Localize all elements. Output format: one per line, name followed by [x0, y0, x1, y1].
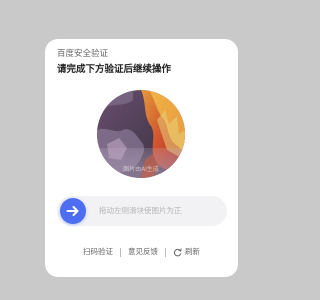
dialog-subtitle: 百度安全验证 — [57, 49, 109, 59]
ai-generated-watermark: 图片由AI生成 — [123, 166, 159, 173]
rotate-slider-track[interactable]: 拖动左侧滑块使图片为正 — [57, 196, 227, 226]
scan-qr-verify-link[interactable]: 扫码验证 — [83, 246, 113, 258]
refresh-button[interactable]: 刷新 — [173, 246, 200, 258]
dialog-header: 百度安全验证 请完成下方验证后继续操作 — [57, 48, 228, 76]
footer-divider — [165, 247, 166, 257]
slider-handle[interactable] — [60, 198, 86, 224]
refresh-label: 刷新 — [185, 247, 200, 256]
footer-divider — [120, 247, 121, 257]
arrow-right-icon — [66, 206, 79, 216]
slider-hint-text: 拖动左侧滑块使图片为正 — [99, 206, 182, 215]
dialog-footer: 扫码验证 意见反馈 刷新 — [45, 246, 238, 258]
feedback-link[interactable]: 意见反馈 — [128, 246, 158, 258]
page-backdrop: 百度安全验证 请完成下方验证后继续操作 图片由AI生成 拖动左侧滑块使图片为正 … — [0, 0, 284, 300]
refresh-icon — [173, 247, 182, 256]
captcha-artwork — [97, 90, 185, 178]
verification-dialog: 百度安全验证 请完成下方验证后继续操作 图片由AI生成 拖动左侧滑块使图片为正 … — [45, 39, 238, 277]
rotate-captcha-image: 图片由AI生成 — [97, 90, 185, 178]
dialog-title: 请完成下方验证后继续操作 — [57, 64, 172, 75]
